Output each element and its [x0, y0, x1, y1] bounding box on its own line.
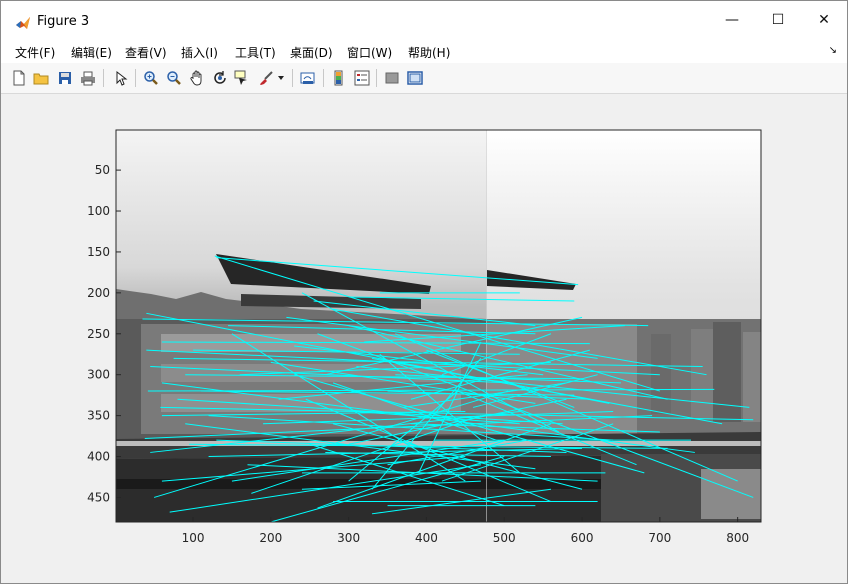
- brush-icon[interactable]: [256, 68, 276, 88]
- menu-desktop[interactable]: 桌面(D): [290, 44, 333, 61]
- maximize-button[interactable]: ☐: [755, 1, 801, 39]
- y-tick-label: 250: [87, 327, 110, 341]
- toolbar-separator: [292, 69, 293, 87]
- x-tick-label: 500: [493, 531, 516, 545]
- brush-dropdown-icon[interactable]: [275, 68, 287, 88]
- toolbar-separator: [323, 69, 324, 87]
- menu-help[interactable]: 帮助(H): [408, 44, 450, 61]
- show-plot-tools-icon[interactable]: [405, 68, 425, 88]
- axes-plot[interactable]: 100 200 300 400 500 600 700 800 50 100 150 200 250 3…: [1, 94, 847, 583]
- menu-bar: 文件(F) 编辑(E) 查看(V) 插入(I) 工具(T) 桌面(D) 窗口(W…: [1, 39, 847, 63]
- print-icon[interactable]: [78, 68, 98, 88]
- save-icon[interactable]: [55, 68, 75, 88]
- toolbar-separator: [103, 69, 104, 87]
- y-tick-label: 400: [87, 450, 110, 464]
- x-tick-label: 300: [337, 531, 360, 545]
- insert-legend-icon[interactable]: [352, 68, 372, 88]
- menu-file[interactable]: 文件(F): [15, 44, 55, 61]
- x-tick-label: 600: [571, 531, 594, 545]
- toolbar-separator: [376, 69, 377, 87]
- minimize-icon: —: [725, 12, 739, 28]
- menu-insert[interactable]: 插入(I): [181, 44, 218, 61]
- zoom-in-icon[interactable]: [141, 68, 161, 88]
- open-file-icon[interactable]: [31, 68, 51, 88]
- x-tick-label: 700: [648, 531, 671, 545]
- new-figure-icon[interactable]: [9, 68, 29, 88]
- x-tick-label: 100: [182, 531, 205, 545]
- figure-window: Figure 3 — ☐ ✕ 文件(F) 编辑(E) 查看(V) 插入(I) 工…: [0, 0, 848, 584]
- y-tick-label: 350: [87, 409, 110, 423]
- y-tick-label: 200: [87, 286, 110, 300]
- data-cursor-icon[interactable]: [232, 68, 252, 88]
- hide-plot-tools-icon[interactable]: [382, 68, 402, 88]
- window-title: Figure 3: [37, 14, 90, 29]
- menu-tools[interactable]: 工具(T): [235, 44, 276, 61]
- figure-canvas[interactable]: 100 200 300 400 500 600 700 800 50 100 150 200 250 3…: [1, 94, 847, 583]
- rotate-3d-icon[interactable]: [210, 68, 230, 88]
- edit-plot-icon[interactable]: [111, 68, 131, 88]
- x-tick-label: 400: [415, 531, 438, 545]
- y-tick-label: 300: [87, 368, 110, 382]
- menu-view[interactable]: 查看(V): [125, 44, 167, 61]
- pan-icon[interactable]: [187, 68, 207, 88]
- maximize-icon: ☐: [771, 12, 785, 28]
- menu-window[interactable]: 窗口(W): [347, 44, 392, 61]
- toolbar-separator: [135, 69, 136, 87]
- figure-toolbar: [1, 63, 847, 94]
- y-tick-label: 50: [95, 163, 110, 177]
- insert-colorbar-icon[interactable]: [329, 68, 349, 88]
- matlab-logo-icon: [15, 15, 31, 31]
- y-tick-label: 450: [87, 490, 110, 504]
- close-icon: ✕: [818, 12, 830, 28]
- y-tick-label: 100: [87, 204, 110, 218]
- x-tick-label: 200: [259, 531, 282, 545]
- zoom-out-icon[interactable]: [164, 68, 184, 88]
- menu-overflow-icon[interactable]: ↘: [829, 45, 837, 56]
- minimize-button[interactable]: —: [709, 1, 755, 39]
- close-button[interactable]: ✕: [801, 1, 847, 39]
- y-tick-label: 150: [87, 245, 110, 259]
- link-plot-icon[interactable]: [298, 68, 318, 88]
- title-bar[interactable]: Figure 3 — ☐ ✕: [1, 1, 847, 39]
- menu-edit[interactable]: 编辑(E): [71, 44, 112, 61]
- x-tick-label: 800: [726, 531, 749, 545]
